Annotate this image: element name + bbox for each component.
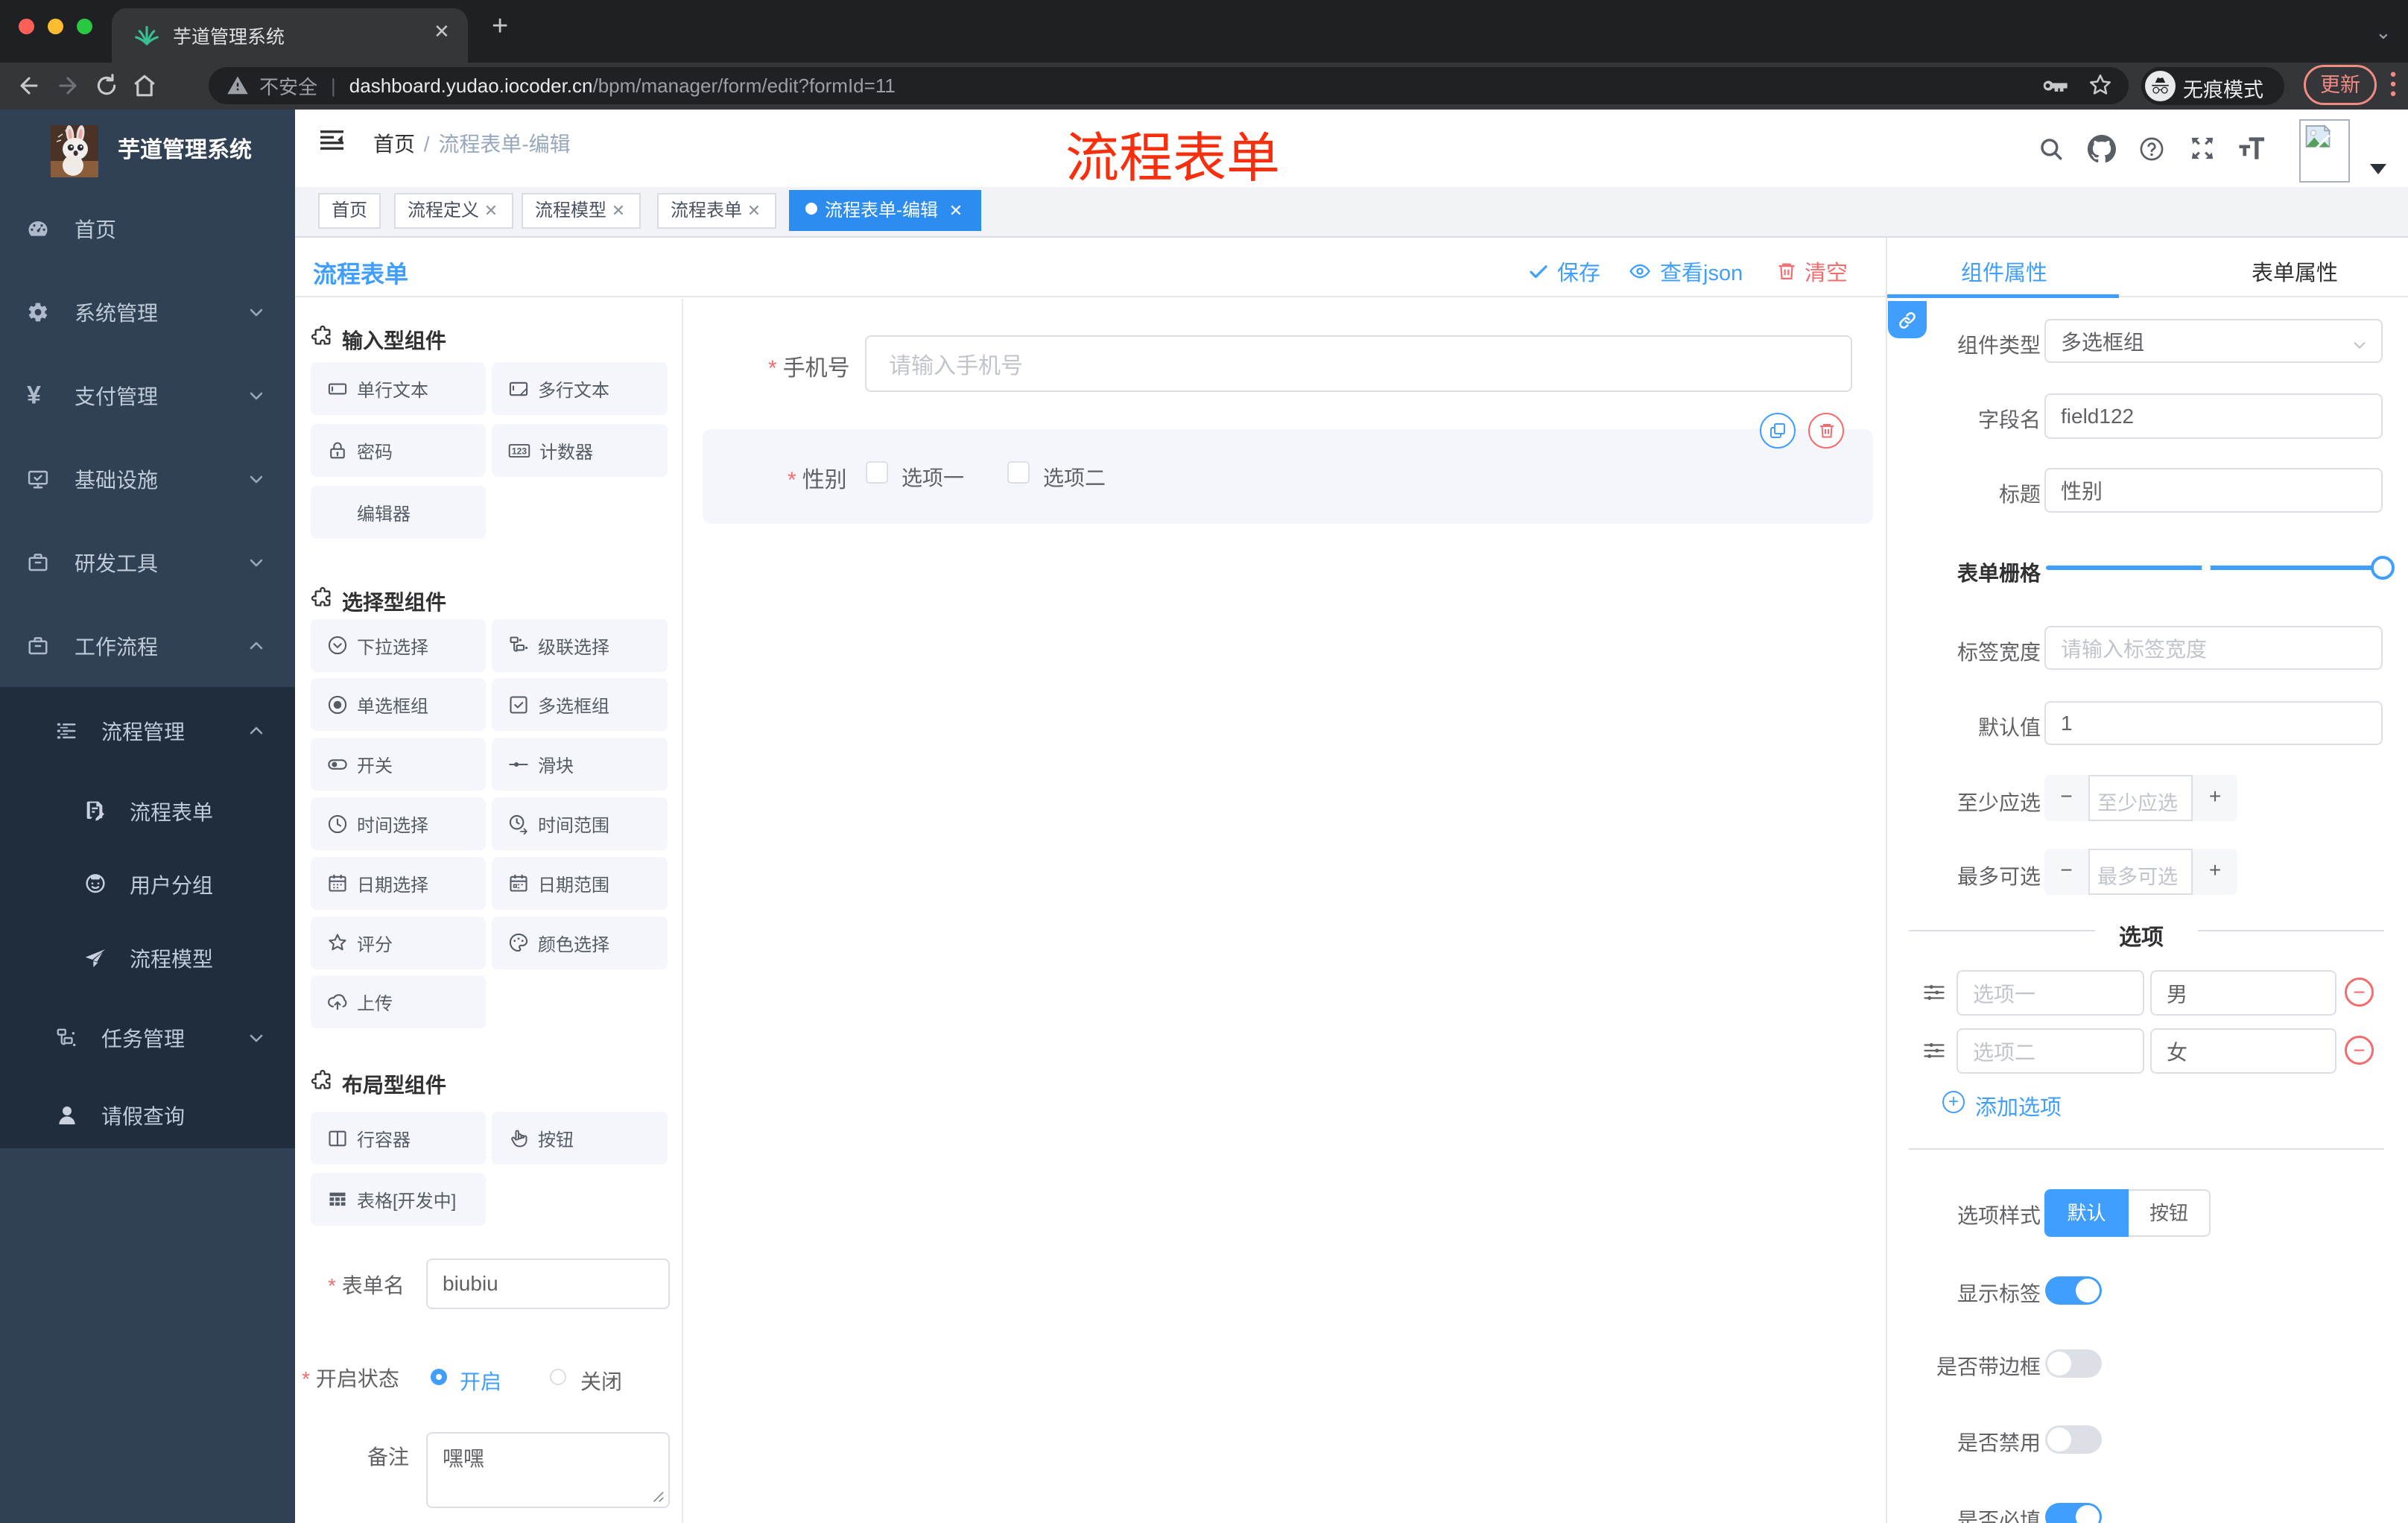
svg-text:123: 123 <box>512 446 527 456</box>
